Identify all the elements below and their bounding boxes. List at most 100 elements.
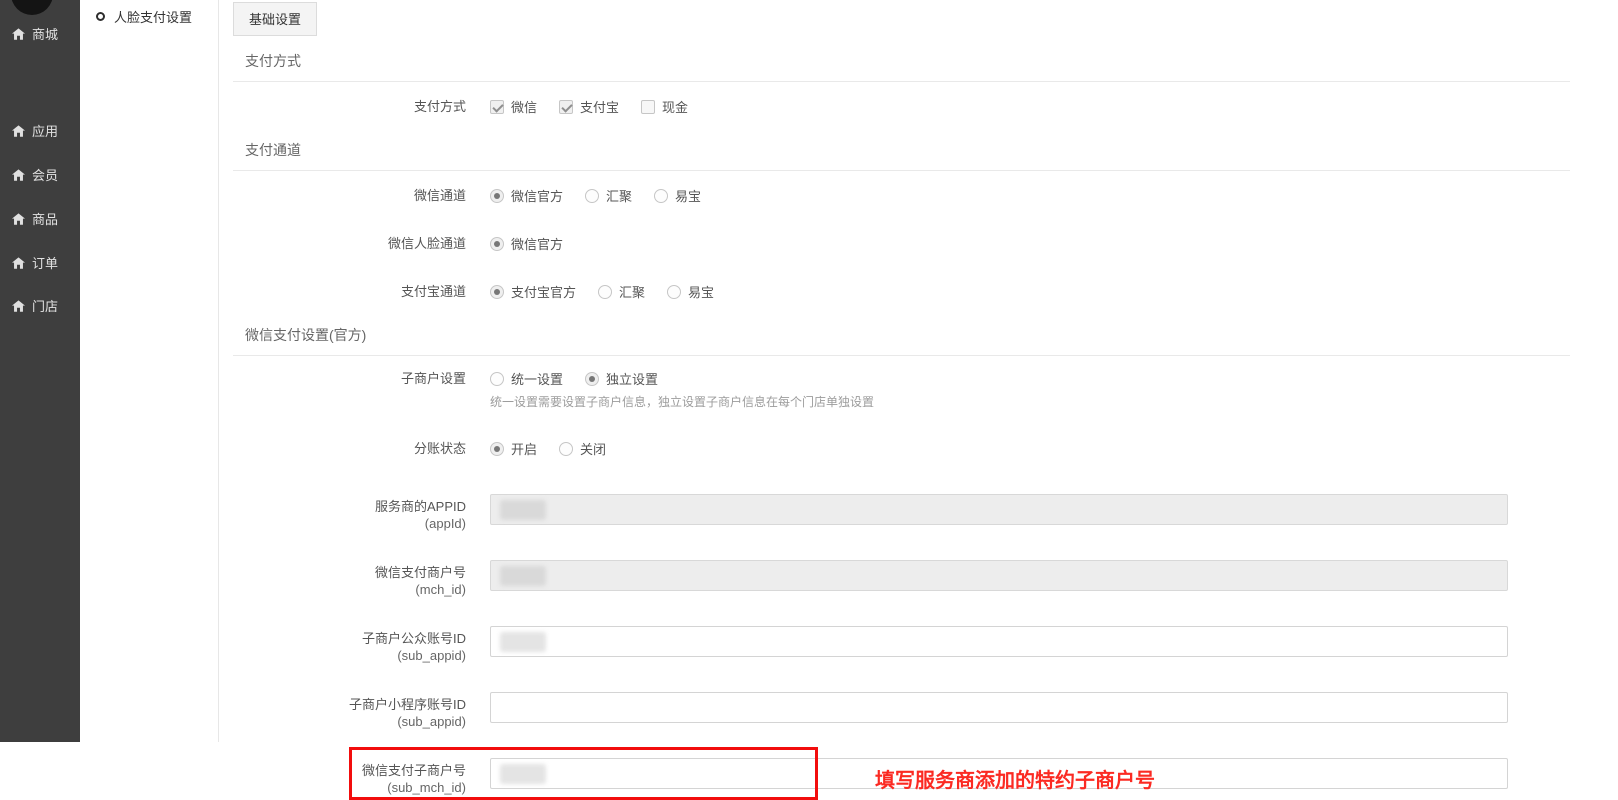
radio-icon[interactable]	[585, 189, 599, 203]
radio-label: 支付宝官方	[511, 282, 576, 301]
section-title-payment-channel: 支付通道	[233, 140, 1618, 160]
checkbox-icon[interactable]	[490, 100, 504, 114]
radio-label: 统一设置	[511, 369, 563, 388]
sub-merchant-setting-row: 子商户设置 统一设置 独立设置 统一设置需要设置子商户信息，独立设置子商户信息在…	[233, 369, 1618, 410]
sidebar-item-mall[interactable]: 商城	[12, 24, 58, 43]
radio-icon[interactable]	[654, 189, 668, 203]
alipay-channel-label: 支付宝通道	[233, 282, 466, 300]
radio-unified-setting[interactable]: 统一设置	[490, 369, 563, 388]
submenu-item-label: 人脸支付设置	[114, 7, 192, 26]
radio-ledger-off[interactable]: 关闭	[559, 439, 606, 458]
field-label-text: 服务商的APPID	[233, 498, 466, 515]
radio-icon[interactable]	[667, 285, 681, 299]
radio-icon[interactable]	[490, 442, 504, 456]
sub-appid-input[interactable]	[490, 626, 1508, 657]
sidebar-item-members[interactable]: 会员	[12, 165, 58, 184]
radio-label: 易宝	[675, 186, 701, 205]
ledger-status-options: 开启 关闭	[490, 439, 606, 458]
sidebar-item-apps[interactable]: 应用	[12, 121, 58, 140]
home-icon	[12, 125, 25, 137]
wechat-channel-options: 微信官方 汇聚 易宝	[490, 186, 701, 205]
checkbox-cash[interactable]: 现金	[641, 97, 688, 116]
checkbox-icon[interactable]	[641, 100, 655, 114]
payment-method-label: 支付方式	[233, 97, 466, 115]
sidebar-item-orders[interactable]: 订单	[12, 253, 58, 272]
alipay-channel-row: 支付宝通道 支付宝官方 汇聚 易宝	[233, 282, 1618, 301]
sub-merchant-hint: 统一设置需要设置子商户信息，独立设置子商户信息在每个门店单独设置	[490, 393, 874, 410]
radio-yibao[interactable]: 易宝	[667, 282, 714, 301]
field-label-text: 微信支付子商户号	[233, 762, 466, 779]
section-divider	[233, 170, 1570, 171]
redacted-value	[500, 764, 546, 784]
checkbox-wechat[interactable]: 微信	[490, 97, 537, 116]
sidebar-item-label: 商城	[32, 24, 58, 43]
field-label: 服务商的APPID (appId)	[233, 494, 466, 532]
home-icon	[12, 257, 25, 269]
sidebar-item-label: 应用	[32, 121, 58, 140]
sidebar-item-label: 商品	[32, 209, 58, 228]
radio-wechat-official[interactable]: 微信官方	[490, 234, 563, 253]
radio-label: 微信官方	[511, 186, 563, 205]
radio-icon[interactable]	[490, 189, 504, 203]
field-label-code: (appId)	[233, 515, 466, 532]
checkbox-alipay[interactable]: 支付宝	[559, 97, 619, 116]
home-icon	[12, 300, 25, 312]
sidebar-item-products[interactable]: 商品	[12, 209, 58, 228]
circle-icon	[96, 12, 105, 21]
field-label-code: (mch_id)	[233, 581, 466, 598]
radio-ledger-on[interactable]: 开启	[490, 439, 537, 458]
field-label-code: (sub_mch_id)	[233, 779, 466, 796]
checkbox-icon[interactable]	[559, 100, 573, 114]
field-label: 子商户小程序账号ID (sub_appid)	[233, 692, 466, 730]
wechat-face-channel-options: 微信官方	[490, 234, 563, 253]
field-label-text: 子商户小程序账号ID	[233, 696, 466, 713]
field-row-sub-miniprogram-appid: 子商户小程序账号ID (sub_appid)	[233, 692, 1618, 730]
checkbox-label: 支付宝	[580, 97, 619, 116]
field-row-mch-id: 微信支付商户号 (mch_id)	[233, 560, 1618, 598]
alipay-channel-options: 支付宝官方 汇聚 易宝	[490, 282, 714, 301]
section-divider	[233, 81, 1570, 82]
radio-yibao[interactable]: 易宝	[654, 186, 701, 205]
field-label: 微信支付子商户号 (sub_mch_id)	[233, 758, 466, 796]
appid-input	[490, 494, 1508, 525]
radio-icon[interactable]	[598, 285, 612, 299]
radio-independent-setting[interactable]: 独立设置	[585, 369, 658, 388]
radio-alipay-official[interactable]: 支付宝官方	[490, 282, 576, 301]
sub-merchant-setting-label: 子商户设置	[233, 369, 466, 387]
radio-label: 关闭	[580, 439, 606, 458]
redacted-value	[500, 566, 546, 586]
sub-miniprogram-appid-input[interactable]	[490, 692, 1508, 723]
home-icon	[12, 28, 25, 40]
sidebar-item-stores[interactable]: 门店	[12, 296, 58, 315]
radio-label: 开启	[511, 439, 537, 458]
checkbox-label: 现金	[662, 97, 688, 116]
ledger-status-row: 分账状态 开启 关闭	[233, 439, 1618, 458]
field-row-sub-appid: 子商户公众账号ID (sub_appid)	[233, 626, 1618, 664]
wechat-face-channel-label: 微信人脸通道	[233, 234, 466, 252]
checkbox-label: 微信	[511, 97, 537, 116]
radio-label: 微信官方	[511, 234, 563, 253]
field-row-sub-mch-id: 微信支付子商户号 (sub_mch_id) 填写服务商添加的特约子商户号	[233, 758, 1618, 796]
radio-icon[interactable]	[585, 372, 599, 386]
field-label-text: 子商户公众账号ID	[233, 630, 466, 647]
radio-huiju[interactable]: 汇聚	[598, 282, 645, 301]
radio-icon[interactable]	[490, 372, 504, 386]
submenu-item-face-pay-settings[interactable]: 人脸支付设置	[80, 4, 218, 29]
radio-label: 汇聚	[619, 282, 645, 301]
field-label-code: (sub_appid)	[233, 713, 466, 730]
home-icon	[12, 169, 25, 181]
radio-icon[interactable]	[490, 237, 504, 251]
radio-huiju[interactable]: 汇聚	[585, 186, 632, 205]
radio-wechat-official[interactable]: 微信官方	[490, 186, 563, 205]
primary-sidebar: 商城 应用 会员 商品 订单	[0, 0, 80, 742]
radio-label: 易宝	[688, 282, 714, 301]
home-icon	[12, 213, 25, 225]
field-label-code: (sub_appid)	[233, 647, 466, 664]
annotation-text: 填写服务商添加的特约子商户号	[875, 764, 1155, 793]
radio-icon[interactable]	[559, 442, 573, 456]
radio-icon[interactable]	[490, 285, 504, 299]
wechat-channel-label: 微信通道	[233, 186, 466, 204]
tab-basic-settings[interactable]: 基础设置	[233, 2, 317, 36]
section-title-wechat-official: 微信支付设置(官方)	[233, 325, 1618, 345]
field-label-text: 微信支付商户号	[233, 564, 466, 581]
